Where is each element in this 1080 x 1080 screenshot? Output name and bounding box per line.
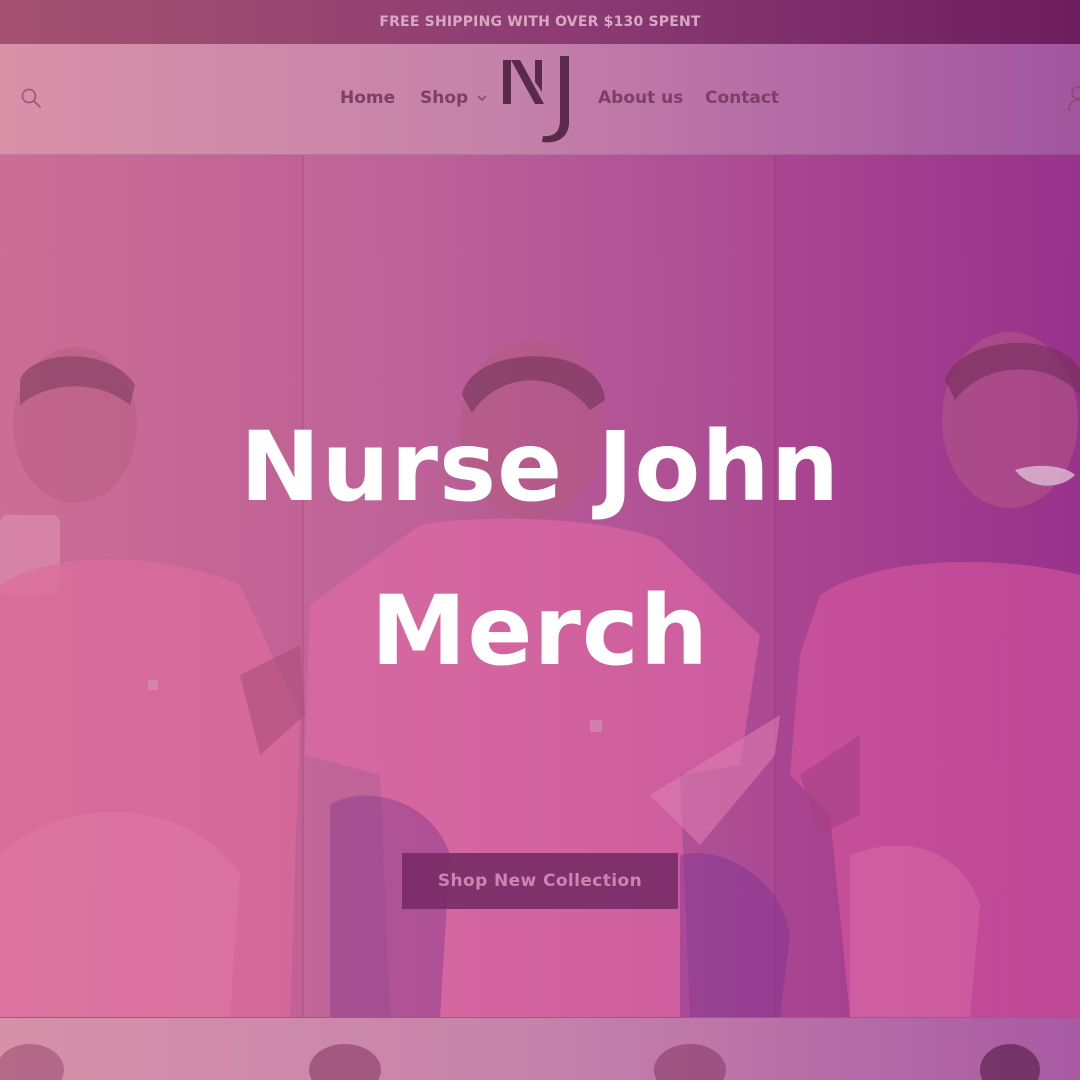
account-icon[interactable]	[1068, 84, 1080, 112]
nav-item-shop-label: Shop	[420, 88, 469, 108]
shop-new-collection-button[interactable]: Shop New Collection	[402, 853, 678, 909]
page: FREE SHIPPING WITH OVER $130 SPENT Home …	[0, 0, 1080, 1080]
product-thumbnail[interactable]	[960, 1040, 1080, 1080]
hero-title-line-2: Merch	[370, 575, 710, 687]
product-thumbnail[interactable]	[0, 1040, 110, 1080]
chevron-down-icon	[477, 95, 487, 102]
announcement-bar: FREE SHIPPING WITH OVER $130 SPENT	[0, 0, 1080, 45]
site-header: Home Shop About us Contact	[0, 44, 1080, 155]
nav-item-about-us[interactable]: About us	[598, 88, 683, 108]
nj-monogram-logo[interactable]	[500, 52, 580, 146]
announcement-text: FREE SHIPPING WITH OVER $130 SPENT	[379, 14, 701, 30]
nav-item-shop[interactable]: Shop	[420, 88, 488, 108]
hero-title: Nurse John Merch	[0, 385, 1080, 713]
hero-title-line-1: Nurse John	[239, 411, 841, 523]
product-thumbnail[interactable]	[265, 1040, 415, 1080]
nav-item-home[interactable]: Home	[340, 88, 395, 108]
nav-item-contact[interactable]: Contact	[705, 88, 779, 108]
hero-banner: Nurse John Merch Shop New Collection	[0, 155, 1080, 1017]
product-thumbnail[interactable]	[620, 1040, 770, 1080]
product-strip	[0, 1018, 1080, 1080]
